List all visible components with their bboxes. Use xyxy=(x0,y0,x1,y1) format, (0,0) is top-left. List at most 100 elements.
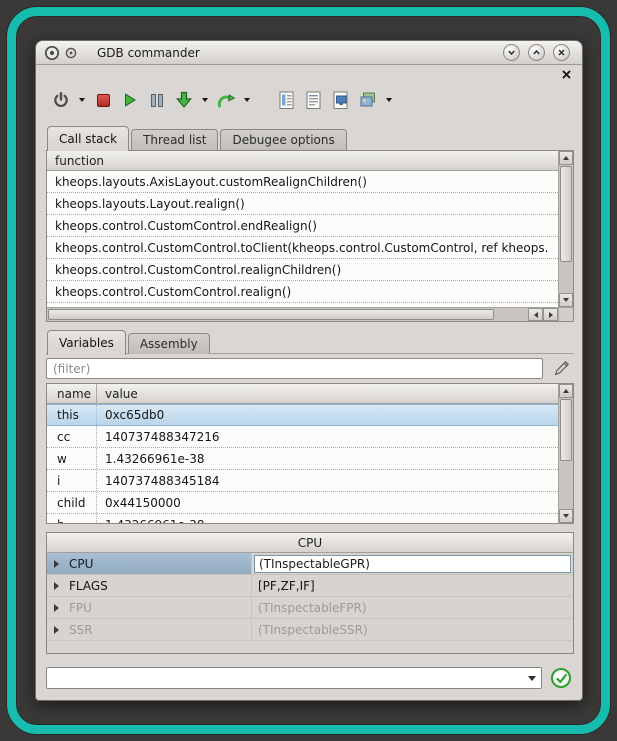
stop-button[interactable] xyxy=(92,87,114,113)
variable-value-cell: 140737488347216 xyxy=(97,430,558,444)
cpu-value-cell: (TInspectableFPR) xyxy=(251,597,573,618)
expand-arrow-icon[interactable] xyxy=(54,604,59,612)
send-command-button[interactable] xyxy=(551,668,571,688)
value-column-header[interactable]: value xyxy=(97,387,558,401)
down-arrow-icon xyxy=(563,298,569,302)
app-badge-icon xyxy=(65,47,77,59)
image-stack-button[interactable] xyxy=(357,87,379,113)
callstack-row[interactable]: kheops.layouts.AxisLayout.customRealignC… xyxy=(47,171,558,193)
command-input[interactable] xyxy=(47,668,523,688)
left-arrow-icon xyxy=(534,312,538,318)
cpu-row-flags[interactable]: FLAGS [PF,ZF,IF] xyxy=(47,575,573,597)
variable-value-cell: 0x44150000 xyxy=(97,496,558,510)
filter-tool-button[interactable] xyxy=(550,357,572,379)
tab-variables[interactable]: Variables xyxy=(47,330,126,355)
filter-input[interactable] xyxy=(46,358,543,379)
app-icon[interactable] xyxy=(44,45,60,61)
maximize-button[interactable] xyxy=(528,44,545,61)
callstack-row[interactable]: kheops.layouts.Layout.realign() xyxy=(47,193,558,215)
scroll-left-button[interactable] xyxy=(528,308,543,321)
callstack-row[interactable]: kheops.control.CustomControl.realign() xyxy=(47,281,558,303)
chevron-down-icon xyxy=(506,47,517,58)
form-document-button[interactable] xyxy=(276,87,298,113)
power-button[interactable] xyxy=(50,87,72,113)
monitor-document-button[interactable] xyxy=(330,87,352,113)
scroll-thumb[interactable] xyxy=(48,309,494,320)
step-over-button[interactable] xyxy=(215,87,237,113)
cpu-value-cell: (TInspectableSSR) xyxy=(251,619,573,640)
pause-icon xyxy=(150,93,164,108)
expand-arrow-icon[interactable] xyxy=(54,582,59,590)
variable-value-cell: 140737488345184 xyxy=(97,474,558,488)
cpu-inspector: CPU CPU FLAGS [PF,ZF,IF] xyxy=(46,532,574,654)
vertical-scrollbar[interactable] xyxy=(558,151,573,307)
app-logo-icon xyxy=(44,45,60,61)
run-button[interactable] xyxy=(119,87,141,113)
text-document-icon xyxy=(306,91,322,110)
tab-thread-list[interactable]: Thread list xyxy=(131,129,218,150)
horizontal-scrollbar[interactable] xyxy=(47,307,558,321)
power-dropdown-button[interactable] xyxy=(77,87,87,113)
function-column-header[interactable]: function xyxy=(47,151,558,171)
cpu-row-cpu[interactable]: CPU xyxy=(47,553,573,575)
combo-dropdown-button[interactable] xyxy=(523,668,541,688)
cpu-value-editor[interactable] xyxy=(254,555,571,573)
titlebar[interactable]: GDB commander xyxy=(36,41,582,65)
tab-debugee-options[interactable]: Debugee options xyxy=(220,129,346,150)
ssr-register-group[interactable]: SSR xyxy=(47,619,251,640)
variable-row[interactable]: this 0xc65db0 xyxy=(47,404,558,426)
name-column-header[interactable]: name xyxy=(47,384,97,403)
scroll-thumb[interactable] xyxy=(560,166,572,262)
cpu-value-cell xyxy=(251,553,573,574)
cpu-row-fpu[interactable]: FPU (TInspectableFPR) xyxy=(47,597,573,619)
dock-close-button[interactable] xyxy=(560,68,573,81)
stop-icon xyxy=(97,94,110,107)
callstack-rows: kheops.layouts.AxisLayout.customRealignC… xyxy=(47,171,558,307)
cpu-panel-header[interactable]: CPU xyxy=(47,533,573,553)
expand-arrow-icon[interactable] xyxy=(54,626,59,634)
shade-button[interactable] xyxy=(503,44,520,61)
pause-button[interactable] xyxy=(146,87,168,113)
callstack-row[interactable]: kheops.control.CustomControl.realignChil… xyxy=(47,259,558,281)
image-stack-dropdown-button[interactable] xyxy=(384,87,394,113)
scroll-down-button[interactable] xyxy=(559,293,573,307)
scroll-up-button[interactable] xyxy=(559,151,573,165)
scroll-right-button[interactable] xyxy=(543,308,558,321)
tab-call-stack[interactable]: Call stack xyxy=(47,126,129,151)
badge-circle-icon xyxy=(65,47,77,59)
tab-assembly[interactable]: Assembly xyxy=(128,333,210,354)
flags-register-group[interactable]: FLAGS xyxy=(47,575,251,596)
cpu-row-ssr[interactable]: SSR (TInspectableSSR) xyxy=(47,619,573,641)
expand-arrow-icon[interactable] xyxy=(54,560,59,568)
step-over-dropdown-button[interactable] xyxy=(242,87,252,113)
frame-label: kheops.control.CustomControl.toClient(kh… xyxy=(47,241,548,255)
scroll-down-button[interactable] xyxy=(559,509,573,523)
step-into-button[interactable] xyxy=(173,87,195,113)
cpu-row-label: FLAGS xyxy=(69,579,108,593)
up-arrow-icon xyxy=(563,156,569,160)
close-button[interactable] xyxy=(553,44,570,61)
vertical-scrollbar[interactable] xyxy=(558,384,573,523)
callstack-row[interactable]: kheops.control.CustomControl.toClient(kh… xyxy=(47,237,558,259)
text-document-button[interactable] xyxy=(303,87,325,113)
step-into-dropdown-button[interactable] xyxy=(200,87,210,113)
right-arrow-icon xyxy=(549,312,553,318)
gdb-command-combobox[interactable] xyxy=(46,667,542,689)
variable-row[interactable]: i 140737488345184 xyxy=(47,470,558,492)
dock-close-icon xyxy=(561,69,572,80)
chevron-up-icon xyxy=(531,47,542,58)
variable-row[interactable]: b 1.43266961e-38 xyxy=(47,514,558,523)
variable-row[interactable]: cc 140737488347216 xyxy=(47,426,558,448)
variable-row[interactable]: w 1.43266961e-38 xyxy=(47,448,558,470)
callstack-row[interactable]: kheops.control.CustomControl.endRealign(… xyxy=(47,215,558,237)
variable-row[interactable]: child 0x44150000 xyxy=(47,492,558,514)
fpu-register-group[interactable]: FPU xyxy=(47,597,251,618)
variable-name-cell: i xyxy=(47,470,97,491)
scroll-up-button[interactable] xyxy=(559,384,573,398)
cpu-register-group[interactable]: CPU xyxy=(47,553,251,574)
name-header-label: name xyxy=(57,387,91,401)
dropdown-arrow-icon xyxy=(386,98,392,102)
down-arrow-icon xyxy=(563,514,569,518)
debug-toolbar xyxy=(50,85,394,115)
scroll-thumb[interactable] xyxy=(560,399,572,461)
